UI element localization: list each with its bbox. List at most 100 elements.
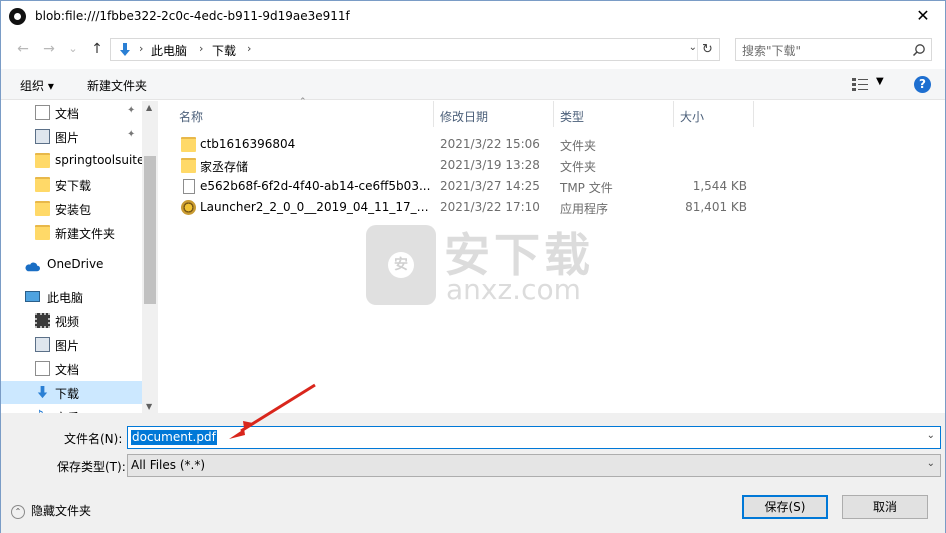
scroll-up-icon[interactable]: ▲ <box>146 103 152 112</box>
table-row[interactable]: Launcher2_2_0_0__2019_04_11_17_10_... 20… <box>159 197 759 218</box>
new-folder-button[interactable]: 新建文件夹 <box>87 77 147 94</box>
file-size: 81,401 KB <box>685 200 747 214</box>
nav-item-label: 文档 <box>55 363 80 377</box>
filename-input-value[interactable]: document.pdf <box>131 430 217 445</box>
nav-item-anxiazai[interactable]: 安下载 <box>1 173 142 196</box>
address-dropdown-icon[interactable]: ⌄ <box>689 42 697 53</box>
nav-item-onedrive[interactable]: OneDrive <box>1 253 142 276</box>
file-type: TMP 文件 <box>560 181 613 195</box>
file-name: e562b68f-6f2d-4f40-ab14-ce6ff5b03... <box>200 179 431 193</box>
file-modified: 2021/3/19 13:28 <box>440 158 540 172</box>
file-list: ⌃ 名称 修改日期 类型 大小 ctb1616396804 2021/3/22 … <box>159 97 945 413</box>
file-type: 文件夹 <box>560 160 597 174</box>
nav-item-this-pc[interactable]: 此电脑 <box>1 285 142 308</box>
file-modified: 2021/3/22 15:06 <box>440 137 540 151</box>
cloud-icon <box>25 262 40 272</box>
up-button[interactable]: ↑ <box>87 40 107 58</box>
help-button[interactable]: ? <box>914 76 931 93</box>
column-header-name[interactable]: 名称 <box>159 101 434 127</box>
file-name: Launcher2_2_0_0__2019_04_11_17_10_... <box>200 200 435 214</box>
recent-locations-button[interactable]: ⌄ <box>63 40 83 58</box>
title-bar: blob:file:///1fbbe322-2c0c-4edc-b911-9d1… <box>1 1 945 32</box>
filetype-value: All Files (*.*) <box>131 458 206 472</box>
nav-item-label: 下载 <box>55 387 80 401</box>
file-icon <box>183 179 195 194</box>
close-button[interactable]: ✕ <box>909 3 937 29</box>
breadcrumb-this-pc[interactable]: 此电脑 <box>151 42 187 59</box>
nav-item-label: 新建文件夹 <box>55 227 116 241</box>
download-folder-icon <box>120 43 130 56</box>
folder-icon <box>35 225 50 240</box>
nav-item-new-folder[interactable]: 新建文件夹 <box>1 221 142 244</box>
address-bar[interactable]: › 此电脑 › 下载 › ⌄ ↻ <box>110 38 720 61</box>
folder-icon <box>181 137 196 152</box>
nav-item-label: springtoolsuite <box>55 153 142 167</box>
nav-item-label: 视频 <box>55 315 80 329</box>
view-dropdown-icon[interactable]: ▼ <box>876 76 884 87</box>
nav-item-installers[interactable]: 安装包 <box>1 197 142 220</box>
nav-item-documents[interactable]: 文档 <box>1 357 142 380</box>
folder-icon <box>181 158 196 173</box>
pictures-icon <box>35 337 50 352</box>
pin-icon: ✦ <box>127 129 136 140</box>
launcher-icon <box>181 200 196 215</box>
file-name: ctb1616396804 <box>200 137 296 151</box>
column-header-label: 名称 <box>179 110 204 124</box>
column-header-modified[interactable]: 修改日期 <box>434 101 554 127</box>
nav-item-label: 安下载 <box>55 179 92 193</box>
video-icon <box>35 313 50 328</box>
search-box[interactable]: 搜索"下载" <box>735 38 932 61</box>
nav-item-pictures[interactable]: 图片 <box>1 333 142 356</box>
nav-item-springtoolsuite[interactable]: springtoolsuite <box>1 149 142 172</box>
table-row[interactable]: e562b68f-6f2d-4f40-ab14-ce6ff5b03... 202… <box>159 176 759 197</box>
nav-item-videos[interactable]: 视频 <box>1 309 142 332</box>
navigation-pane: 文档 ✦ 图片 ✦ springtoolsuite 安下载 安装包 新建文件夹 … <box>1 101 142 413</box>
file-size: 1,544 KB <box>692 179 747 193</box>
document-icon <box>35 361 50 376</box>
breadcrumb-downloads[interactable]: 下载 <box>212 42 236 59</box>
file-type: 文件夹 <box>560 139 597 153</box>
nav-item-downloads[interactable]: 下载 <box>1 381 142 404</box>
file-type: 应用程序 <box>560 202 609 216</box>
table-row[interactable]: 家丞存储 2021/3/19 13:28 文件夹 <box>159 155 759 176</box>
filetype-select[interactable]: All Files (*.*) ⌄ <box>127 454 941 477</box>
column-header-type[interactable]: 类型 <box>554 101 674 127</box>
search-icon[interactable] <box>912 43 926 57</box>
download-icon <box>37 385 48 399</box>
document-icon <box>35 105 50 120</box>
refresh-button[interactable]: ↻ <box>697 39 717 60</box>
save-dialog: blob:file:///1fbbe322-2c0c-4edc-b911-9d1… <box>0 0 946 533</box>
window-title: blob:file:///1fbbe322-2c0c-4edc-b911-9d1… <box>35 9 350 23</box>
file-modified: 2021/3/27 14:25 <box>440 179 540 193</box>
column-header-label: 大小 <box>680 110 705 124</box>
forward-button[interactable]: → <box>39 40 59 58</box>
nav-scrollbar[interactable]: ▲ ▼ <box>142 101 158 413</box>
view-options-icon[interactable] <box>851 76 869 92</box>
breadcrumb-separator: › <box>139 42 144 55</box>
folder-icon <box>35 201 50 216</box>
command-bar: 组织 ▾ 新建文件夹 <box>1 69 945 100</box>
organize-menu[interactable]: 组织 ▾ <box>20 77 54 94</box>
hide-folders-toggle[interactable]: ⌃ 隐藏文件夹 <box>11 502 91 519</box>
nav-item-music[interactable]: ♪ 音乐 <box>1 405 142 414</box>
breadcrumb-separator: › <box>199 42 204 55</box>
breadcrumb-separator: › <box>247 42 252 55</box>
cancel-button[interactable]: 取消 <box>842 495 928 519</box>
nav-item-label: 文档 <box>55 107 80 121</box>
search-input[interactable]: 搜索"下载" <box>742 42 801 59</box>
filetype-dropdown-icon[interactable]: ⌄ <box>927 458 935 469</box>
filename-dropdown-icon[interactable]: ⌄ <box>927 430 935 441</box>
nav-item-label: 图片 <box>55 339 80 353</box>
filename-label: 文件名(N): <box>64 432 123 446</box>
table-row[interactable]: ctb1616396804 2021/3/22 15:06 文件夹 <box>159 134 759 155</box>
save-button[interactable]: 保存(S) <box>742 495 828 519</box>
pin-icon: ✦ <box>127 105 136 116</box>
nav-item-label: 安装包 <box>55 203 92 217</box>
column-header-size[interactable]: 大小 <box>674 101 754 127</box>
filetype-label: 保存类型(T): <box>57 460 126 474</box>
nav-item-documents-quick[interactable]: 文档 ✦ <box>1 101 142 124</box>
nav-item-pictures-quick[interactable]: 图片 ✦ <box>1 125 142 148</box>
back-button[interactable]: ← <box>13 40 33 58</box>
scrollbar-thumb[interactable] <box>144 156 156 304</box>
scroll-down-icon[interactable]: ▼ <box>146 402 152 411</box>
